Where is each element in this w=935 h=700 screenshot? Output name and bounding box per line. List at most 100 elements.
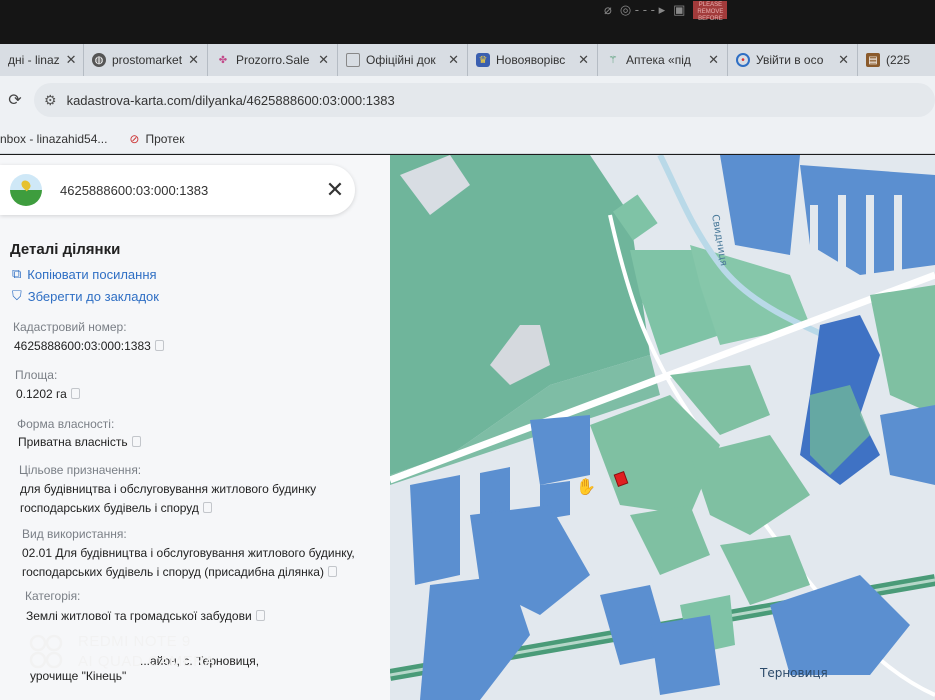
copy-icon[interactable] xyxy=(202,502,212,513)
bookmarks-bar: nbox - linazahid54... ⊘ Протек xyxy=(0,124,935,154)
copy-icon[interactable] xyxy=(154,340,164,351)
site-settings-icon[interactable]: ⚙ xyxy=(44,92,57,109)
reload-icon[interactable]: ⟳ xyxy=(0,90,30,110)
copy-icon[interactable] xyxy=(131,436,141,447)
copy-link-button[interactable]: ⧉ Копіювати посилання xyxy=(12,266,157,282)
url-text: kadastrova-karta.com/dilyanka/4625888600… xyxy=(66,92,395,108)
remove-badge: PLEASE REMOVE BEFORE xyxy=(693,1,728,22)
tab-label: prostomarket xyxy=(112,53,183,67)
ownership-value-text: Приватна власність xyxy=(18,435,128,449)
copy-link-label: Копіювати посилання xyxy=(27,266,157,282)
close-tab-icon[interactable]: ✕ xyxy=(318,52,329,68)
area-label: Площа: xyxy=(15,368,58,382)
parcel-divider xyxy=(866,195,874,275)
tab-label: дні - linaz xyxy=(8,53,60,67)
screen-bezel: ⌀ ◎ - - - ▸ ▣ PLEASE REMOVE BEFORE xyxy=(0,0,935,44)
bookmark-protek[interactable]: ⊘ Протек xyxy=(129,132,184,146)
parcel-divider xyxy=(810,205,818,275)
tab-novoyavorivsk[interactable]: ♛ Новояворівс ✕ xyxy=(468,44,598,76)
close-tab-icon[interactable]: ✕ xyxy=(578,52,589,68)
url-field[interactable]: ⚙ kadastrova-karta.com/dilyanka/46258886… xyxy=(34,83,935,117)
parcel-divider xyxy=(838,195,846,275)
usage-line-2-wrap: господарських будівель і споруд (присади… xyxy=(22,563,355,582)
camera-watermark: REDMI NOTE 9 AI QUAD CAMERA xyxy=(28,632,215,672)
area-value-text: 0.1202 га xyxy=(16,387,67,401)
cadastral-value: 4625888600:03:000:1383 xyxy=(14,337,164,356)
parcel-block xyxy=(650,615,720,695)
target-icon: ◎ - - - ▸ xyxy=(619,2,666,17)
tab-label: Prozorro.Sale xyxy=(236,53,310,67)
close-tab-icon[interactable]: ✕ xyxy=(448,52,459,68)
target-icon: • xyxy=(736,53,750,67)
copy-icon[interactable] xyxy=(70,388,80,399)
tab-label: Новояворівс xyxy=(496,53,566,67)
tab-prostomarket[interactable]: ◍ prostomarket ✕ xyxy=(84,44,208,76)
parcel-block xyxy=(530,415,590,485)
save-bookmark-button[interactable]: ⛉ Зберегти до закладок xyxy=(12,288,159,304)
section-title: Деталі ділянки xyxy=(10,241,121,258)
copy-icon[interactable] xyxy=(255,610,265,621)
parcel-divider xyxy=(894,195,902,275)
usage-line-1: 02.01 Для будівництва і обслуговування ж… xyxy=(22,546,355,560)
purpose-label: Цільове призначення: xyxy=(19,463,142,477)
copy-icon: ⧉ xyxy=(12,266,22,281)
tab-official-docs[interactable]: Офіційні док ✕ xyxy=(338,44,468,76)
tab-login[interactable]: • Увійти в осо ✕ xyxy=(728,44,858,76)
details-panel: 4625888600:03:000:1383 ✕ Деталі ділянки … xyxy=(0,155,390,700)
site-logo-icon xyxy=(10,174,42,206)
category-value-text: Землі житлової та громадської забудови xyxy=(26,609,252,623)
copy-icon[interactable] xyxy=(327,566,337,577)
protek-icon: ⊘ xyxy=(129,131,140,146)
camera-logo-icon xyxy=(29,634,63,669)
pharmacy-icon: ⚚ xyxy=(608,54,618,66)
tab-shop[interactable]: ▤ (225 xyxy=(858,44,915,76)
village-label: Терновиця xyxy=(759,666,828,680)
save-bookmark-label: Зберегти до закладок xyxy=(27,288,159,304)
tab-label: (225 xyxy=(886,53,911,67)
address-bar: ⟳ ⚙ kadastrova-karta.com/dilyanka/462588… xyxy=(0,76,935,124)
no-signal-icon: ⌀ xyxy=(604,2,612,17)
purpose-value: для будівництва і обслуговування житлово… xyxy=(20,480,316,518)
shop-icon: ▤ xyxy=(866,53,880,67)
usage-value: 02.01 Для будівництва і обслуговування ж… xyxy=(22,544,355,582)
watermark-line-1: REDMI NOTE 9 xyxy=(78,633,191,650)
close-tab-icon[interactable]: ✕ xyxy=(708,52,719,68)
ownership-label: Форма власності: xyxy=(17,417,115,431)
document-icon xyxy=(346,53,360,67)
watermark-line-2: AI QUAD CAMERA xyxy=(78,653,216,670)
close-tab-icon[interactable]: ✕ xyxy=(66,52,77,68)
tab-strip: дні - linaz ✕ ◍ prostomarket ✕ ✤ Prozorro.Sa… xyxy=(0,44,935,76)
close-icon[interactable]: ✕ xyxy=(315,177,355,203)
usage-line-2: господарських будівель і споруд (присади… xyxy=(22,565,324,579)
bookmark-icon: ⛉ xyxy=(12,288,22,303)
purpose-line-1: для будівництва і обслуговування житлово… xyxy=(20,482,317,496)
cadastral-map[interactable]: ✋ Свидниця Терновиця xyxy=(390,155,935,700)
search-input[interactable]: 4625888600:03:000:1383 xyxy=(60,183,315,198)
tab-label: Аптека «під xyxy=(626,53,691,67)
tab-label: Офіційні док xyxy=(366,53,436,67)
category-value: Землі житлової та громадської забудови xyxy=(26,607,265,626)
tab-pharmacy[interactable]: ⚚ Аптека «під ✕ xyxy=(598,44,728,76)
prozorro-icon: ✤ xyxy=(218,54,228,66)
hand-cursor-icon: ✋ xyxy=(576,477,596,496)
purpose-line-2-wrap: господарських будівель і споруд xyxy=(20,499,316,518)
globe-icon: ◍ xyxy=(92,53,106,67)
area-value: 0.1202 га xyxy=(16,385,80,404)
tab-mail[interactable]: дні - linaz ✕ xyxy=(0,44,84,76)
tab-prozorro[interactable]: ✤ Prozorro.Sale ✕ xyxy=(208,44,338,76)
cadastral-value-text: 4625888600:03:000:1383 xyxy=(14,339,151,353)
close-tab-icon[interactable]: ✕ xyxy=(838,52,849,68)
close-tab-icon[interactable]: ✕ xyxy=(188,52,199,68)
bookmark-inbox[interactable]: nbox - linazahid54... xyxy=(0,132,107,146)
usage-label: Вид використання: xyxy=(22,527,127,541)
search-card: 4625888600:03:000:1383 ✕ xyxy=(0,165,355,215)
tab-label: Увійти в осо xyxy=(756,53,824,67)
emblem-icon: ♛ xyxy=(476,53,490,67)
parcel-block xyxy=(410,475,460,585)
camera-toolbar: ⌀ ◎ - - - ▸ ▣ PLEASE REMOVE BEFORE xyxy=(604,0,778,22)
purpose-line-2: господарських будівель і споруд xyxy=(20,501,199,515)
cadastral-label: Кадастровий номер: xyxy=(13,320,127,334)
ownership-value: Приватна власність xyxy=(18,433,141,452)
category-label: Категорія: xyxy=(25,589,81,603)
map-canvas[interactable]: ✋ Свидниця Терновиця xyxy=(390,155,935,700)
